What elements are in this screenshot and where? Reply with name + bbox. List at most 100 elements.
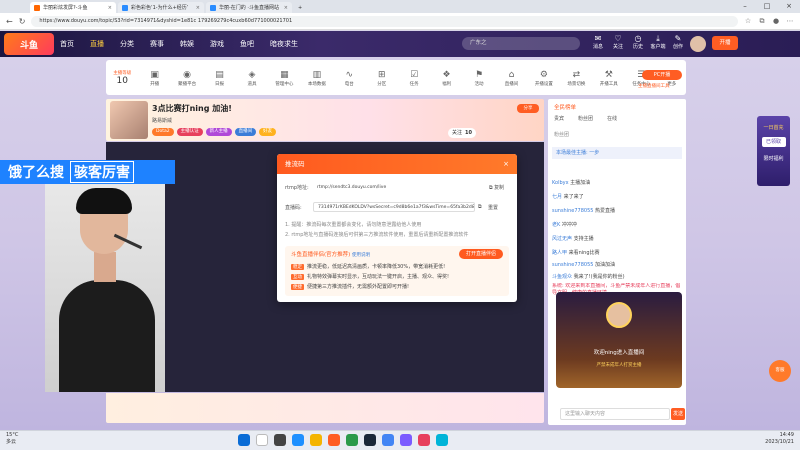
anchor-tool-manage[interactable]: ▦ 管理中心 [268,69,300,87]
promo-title: 斗鱼直播伴侣(官方推荐) [291,252,351,258]
new-tab-button[interactable]: + [294,2,306,13]
overlay-ad-banner: 饿了么搜 骇客厉害 [0,160,175,184]
stream-code-field[interactable]: 7314971rKBEdKOLDV?wsSecret=c9d8b6e1a7f3&… [313,202,475,212]
anchor-name[interactable]: 路易斯威 [152,117,172,124]
room-tag[interactable]: 新人主播 [205,128,232,136]
header-follow[interactable]: ♡ 关注 [610,35,626,51]
header-create[interactable]: ✎ 创作 [670,35,686,51]
tab-fans[interactable]: 粉丝团 [578,115,593,122]
app-icon[interactable] [418,434,430,446]
gift-icon: ◈ [248,69,256,80]
promo-badge[interactable]: 使用说明 [352,253,370,258]
douyu-app-icon[interactable] [328,434,340,446]
follow-button[interactable]: 关注 10 [448,128,476,138]
room-tag[interactable]: 直播间 [234,128,257,136]
header-history[interactable]: ◷ 历史 [630,35,646,51]
open-live-button[interactable]: 开播 [712,36,738,50]
nav-events[interactable]: 赛事 [150,39,164,49]
anchor-tool-radio[interactable]: ∿ 电台 [333,69,365,87]
browser-tab[interactable]: 华丽-在门的 ·斗鱼直播网站 × [206,2,292,13]
anchor-tool-tools[interactable]: ⚒ 开播工具 [593,69,625,87]
nav-entertainment[interactable]: 韩娱 [180,39,194,49]
close-window-icon[interactable]: × [778,0,800,13]
search-input[interactable]: 广东之 [462,37,580,50]
maximize-icon[interactable]: □ [756,0,778,13]
profile-icon[interactable]: ● [772,17,780,25]
nav-category[interactable]: 分类 [120,39,134,49]
close-tab-icon[interactable]: × [284,5,288,11]
close-icon[interactable]: × [503,154,509,174]
chat-input[interactable]: 这里输入聊天内容 [560,408,670,420]
anchor-tool-platform[interactable]: ◉ 聚播平台 [171,69,203,87]
anchor-tool-welfare[interactable]: ❖ 福利 [430,69,462,87]
app-icon[interactable] [400,434,412,446]
tab-online[interactable]: 在线 [607,115,617,122]
douyu-logo[interactable]: 斗鱼 [4,33,54,55]
header-client[interactable]: ⤓ 客户端 [650,35,666,51]
nav-live[interactable]: 直播 [90,39,104,49]
refresh-icon[interactable]: ↻ [19,17,26,26]
chart-icon: ▥ [312,69,322,80]
clock-icon: ◷ [634,34,642,43]
weather-widget[interactable]: 15°C 多云 [6,432,18,446]
tab-vip[interactable]: 贵宾 [554,115,564,122]
edge-icon[interactable] [292,434,304,446]
anchor-tool-zone[interactable]: ⊞ 分区 [366,69,398,87]
pc-start-button[interactable]: PC开播 [642,70,682,80]
gear-icon: ⚙ [539,69,548,80]
chrome-icon[interactable] [382,434,394,446]
rtmp-address-field[interactable]: rtmp://sendtc3.douyu.com/live [313,183,475,193]
task-view-icon[interactable] [274,434,286,446]
close-tab-icon[interactable]: × [108,5,112,11]
room-tag[interactable]: 主播认证 [176,128,203,136]
first-charge-widget[interactable]: 一日首充 已领取 限时福利 [757,116,790,186]
present-icon: ❖ [442,69,451,80]
user-avatar[interactable] [690,36,706,52]
minimize-icon[interactable]: – [734,0,756,13]
back-icon[interactable]: ← [6,17,13,26]
copy-code-icon[interactable]: ⧉ [478,204,482,210]
open-companion-button[interactable]: 打开直播伴侣 [459,249,503,259]
nav-home[interactable]: 首页 [60,39,74,49]
browser-tab[interactable]: 彩色彩色‘1-为什么+经历’ × [118,2,204,13]
scene-icon: ⇄ [572,69,581,80]
room-tag[interactable]: Dota2 [152,128,174,136]
system-clock[interactable]: 14:49 2023/10/21 [765,432,794,446]
anchor-tool-activity[interactable]: ⚑ 活动 [463,69,495,87]
anchor-tool-scene[interactable]: ⇄ 场景切换 [560,69,592,87]
explorer-icon[interactable] [310,434,322,446]
more-icon[interactable]: ⋯ [786,17,794,25]
send-button[interactable]: 发送 [671,408,685,420]
extensions-icon[interactable]: ⧉ [758,17,766,26]
share-button[interactable]: 分享 [517,104,539,113]
nav-yuba[interactable]: 鱼吧 [240,39,254,49]
room-tag[interactable]: 好友 [259,128,277,136]
chat-message: 七月 来了来了 [552,194,584,200]
nav-survival[interactable]: 暗夜求生 [270,39,298,49]
wechat-icon[interactable] [346,434,358,446]
anchor-tool-task[interactable]: ☑ 任务 [398,69,430,87]
browser-tab[interactable]: 华丽彩炫发屏?-斗鱼 × [30,2,116,13]
anchor-tool-data[interactable]: ▥ 本场数据 [301,69,333,87]
search-taskbar-icon[interactable] [256,434,268,446]
reset-button[interactable]: 重置 [488,204,498,211]
anchor-tool-daily[interactable]: ▤ 日报 [203,69,235,87]
announcement: 本场最佳主播: 一步 [552,147,682,159]
header-messages[interactable]: ✉ 消息 [590,35,606,51]
customer-service-button[interactable]: 客服 [769,360,791,382]
copy-rtmp-button[interactable]: ⧉ 复制 [489,184,504,191]
anchor-tool-props[interactable]: ◈ 道具 [236,69,268,87]
anchor-level[interactable]: 主播等级 10 [106,70,138,86]
favorite-star-icon[interactable]: ☆ [744,17,752,25]
stream-key-modal: 推流码 × rtmp地址: rtmp://sendtc3.douyu.com/l… [277,154,517,302]
anchor-tool-start[interactable]: ▣ 开播 [138,69,170,87]
anchor-tool-settings[interactable]: ⚙ 开播设置 [528,69,560,87]
app-icon[interactable] [436,434,448,446]
close-tab-icon[interactable]: × [196,5,200,11]
anchor-avatar[interactable] [110,101,148,139]
url-input[interactable]: https://www.douyu.com/topic/S3?rid=73149… [31,15,738,27]
steam-icon[interactable] [364,434,376,446]
nav-games[interactable]: 游戏 [210,39,224,49]
start-icon[interactable] [238,434,250,446]
anchor-tool-room[interactable]: ⌂ 直播间 [495,69,527,87]
